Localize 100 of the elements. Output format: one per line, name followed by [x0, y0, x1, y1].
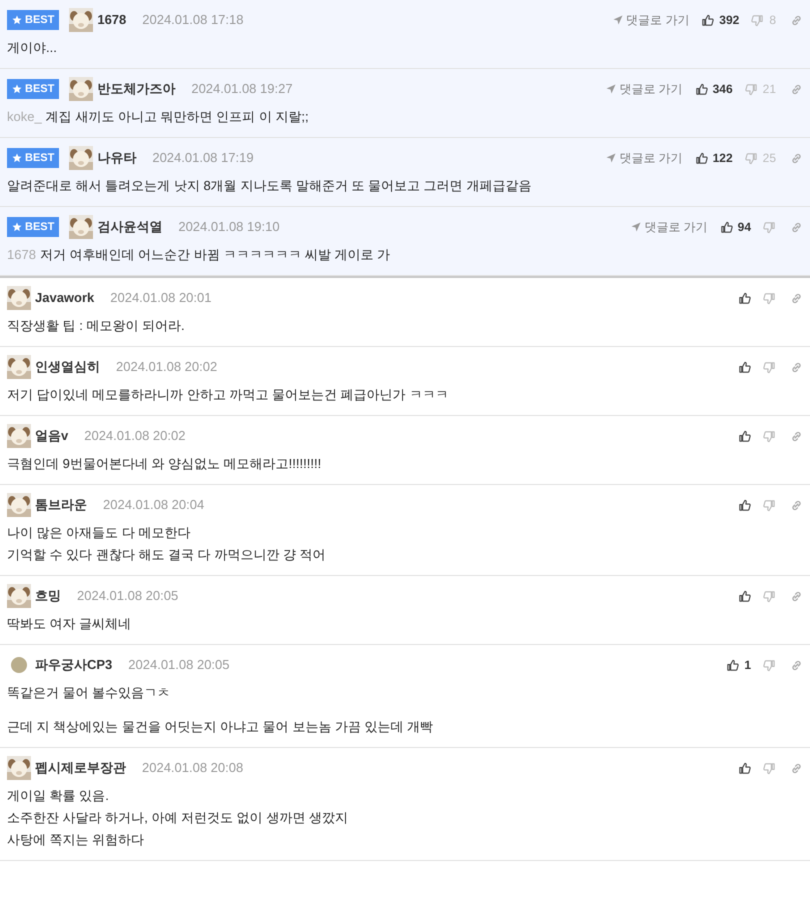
downvote-button[interactable]: [763, 762, 776, 774]
user-name[interactable]: 톰브라운: [35, 495, 87, 515]
user-name[interactable]: 흐밍: [35, 586, 61, 606]
comment-text: 기억할 수 있다 괜찮다 해도 결국 다 까먹으니깐 걍 적어: [7, 547, 326, 563]
link-icon[interactable]: [790, 762, 803, 774]
comment-text: 나이 많은 아재들도 다 메모한다: [7, 525, 190, 541]
star-icon: [12, 84, 22, 94]
upvote-button[interactable]: 392: [701, 11, 740, 29]
star-icon: [12, 15, 22, 25]
comment-text: 똑같은거 물어 볼수있음ㄱㅊ: [7, 685, 170, 701]
comment-date: 2024.01.08 20:05: [77, 587, 178, 606]
comment-text: 계집 새끼도 아니고 뭐만하면 인프피 이 지랄;;: [46, 109, 309, 125]
user-name[interactable]: 반도체가즈아: [97, 79, 176, 99]
thumbs-up-icon: [738, 360, 751, 374]
comment-text: 소주한잔 사달라 하거나, 아예 저런것도 없이 생까면 생깠지: [7, 810, 348, 826]
thumbs-down-icon: [744, 82, 758, 96]
comment-text: 직장생활 팁 : 메모왕이 되어라.: [7, 318, 185, 334]
reply-link[interactable]: 댓글로 가기: [631, 218, 708, 236]
thumbs-down-icon: [763, 590, 776, 602]
star-icon: [12, 222, 22, 232]
thumbs-down-icon: [763, 360, 776, 374]
thumbs-down-icon: [763, 498, 776, 512]
comment-date: 2024.01.08 20:01: [110, 289, 212, 308]
arrow-icon: [606, 153, 616, 163]
thumbs-down-icon: [744, 152, 758, 164]
comment-text: 알려준대로 해서 틀려오는게 낫지 8개월 지나도록 말해준거 또 물어보고 그러면 개페급같음: [7, 178, 532, 194]
comment-text: 근데 지 책상에있는 물건을 어딧는지 아냐고 물어 보는놈 가끔 있는데 개빡: [7, 719, 434, 735]
downvote-button[interactable]: [763, 430, 776, 442]
upvote-button[interactable]: 346: [694, 80, 733, 98]
upvote-button[interactable]: [738, 360, 751, 374]
comment-date: 2024.01.08 20:08: [142, 759, 244, 778]
comment-text: 극혐인데 9번물어본다네 와 양심없노 메모해라고!!!!!!!!!: [7, 456, 322, 472]
link-icon[interactable]: [790, 658, 803, 672]
thumbs-down-icon: [763, 658, 776, 672]
star-icon: [12, 153, 22, 163]
downvote-button[interactable]: [763, 498, 776, 512]
comment-date: 2024.01.08 19:27: [191, 80, 293, 98]
user-name[interactable]: 나유타: [97, 148, 136, 168]
upvote-button[interactable]: 122: [694, 149, 733, 167]
downvote-button[interactable]: [763, 658, 776, 672]
thumbs-up-icon: [701, 14, 714, 26]
upvote-button[interactable]: [738, 762, 751, 774]
comment-date: 2024.01.08 17:19: [152, 149, 254, 168]
upvote-button[interactable]: [738, 292, 751, 304]
link-icon[interactable]: [790, 430, 803, 442]
reply-link[interactable]: 댓글로 가기: [612, 11, 690, 29]
user-name[interactable]: 검사윤석열: [97, 217, 162, 237]
downvote-button[interactable]: [763, 360, 776, 374]
user-name[interactable]: 얼음v: [35, 426, 68, 446]
best-label: BEST: [25, 82, 54, 97]
user-name[interactable]: Javawork: [35, 288, 94, 308]
thumbs-up-icon: [738, 498, 751, 512]
downvote-button[interactable]: [763, 590, 776, 602]
thumbs-up-icon: [694, 152, 708, 164]
link-icon[interactable]: [790, 152, 803, 164]
downvote-button[interactable]: [763, 292, 776, 304]
upvote-button[interactable]: 1: [726, 656, 751, 674]
comment-text: 게이일 확률 있음.: [7, 788, 109, 804]
comment-text: 사탕에 쪽지는 위험하다: [7, 832, 144, 848]
thumbs-down-icon: [763, 762, 776, 774]
reply-link[interactable]: 댓글로 가기: [606, 149, 683, 167]
thumbs-down-icon: [763, 430, 776, 442]
link-icon[interactable]: [790, 360, 803, 374]
comment-date: 2024.01.08 20:02: [84, 427, 186, 446]
comment-date: 2024.01.08 19:10: [178, 218, 280, 236]
thumbs-up-icon: [738, 292, 751, 304]
comment-text: 저거 여후배인데 어느순간 바뀜 ㅋㅋㅋㅋㅋㅋ 씨발 게이로 가: [40, 247, 390, 263]
thumbs-down-icon: [751, 14, 764, 26]
link-icon[interactable]: [790, 14, 803, 26]
user-name[interactable]: 인생열심히: [35, 357, 100, 377]
upvote-button[interactable]: 94: [720, 218, 751, 236]
user-name[interactable]: 펩시제로부장관: [35, 758, 126, 778]
thumbs-up-icon: [738, 762, 751, 774]
reply-link[interactable]: 댓글로 가기: [606, 80, 683, 98]
best-label: BEST: [25, 220, 54, 235]
arrow-icon: [612, 15, 623, 25]
thumbs-up-icon: [738, 430, 751, 442]
comment-date: 2024.01.08 20:04: [103, 496, 204, 514]
thumbs-up-icon: [726, 658, 740, 672]
best-label: BEST: [25, 150, 54, 166]
link-icon[interactable]: [790, 498, 803, 512]
link-icon[interactable]: [790, 590, 803, 602]
upvote-button[interactable]: [738, 590, 751, 602]
thumbs-down-icon: [763, 292, 776, 304]
upvote-button[interactable]: [738, 430, 751, 442]
link-icon[interactable]: [790, 292, 803, 304]
comment-date: 2024.01.08 20:05: [128, 656, 230, 674]
comment-text: 게이야...: [7, 40, 57, 56]
best-label: BEST: [25, 12, 54, 28]
comment-text: 딱봐도 여자 글씨체네: [7, 616, 132, 632]
user-name[interactable]: 1678: [97, 10, 126, 30]
comment-text: 저기 답이있네 메모를하라니까 안하고 까먹고 물어보는건 폐급아닌가 ㅋㅋㅋ: [7, 387, 448, 403]
user-name[interactable]: 파우궁사CP3: [35, 655, 112, 675]
upvote-button[interactable]: [738, 498, 751, 512]
arrow-icon: [606, 84, 616, 94]
link-icon[interactable]: [790, 82, 803, 96]
link-icon[interactable]: [790, 220, 803, 234]
arrow-icon: [631, 222, 642, 232]
thumbs-up-icon: [738, 590, 751, 602]
downvote-button[interactable]: [763, 220, 776, 234]
